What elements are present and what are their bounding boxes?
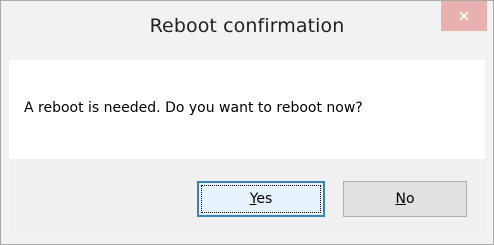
close-button[interactable]	[441, 1, 487, 31]
no-button[interactable]: No	[343, 181, 467, 217]
no-button-label: No	[395, 191, 414, 207]
dialog-title: Reboot confirmation	[149, 15, 345, 37]
title-bar[interactable]: Reboot confirmation	[1, 1, 493, 60]
yes-button[interactable]: Yes	[197, 181, 325, 217]
reboot-confirmation-dialog: Reboot confirmation A reboot is needed. …	[0, 0, 494, 245]
button-area: Yes No	[9, 159, 485, 237]
dialog-message: A reboot is needed. Do you want to reboo…	[24, 100, 363, 116]
close-icon	[459, 11, 469, 21]
no-mnemonic: N	[395, 191, 406, 207]
no-label-rest: o	[405, 191, 415, 207]
dialog-content: A reboot is needed. Do you want to reboo…	[9, 60, 485, 159]
focus-rectangle	[201, 185, 321, 213]
